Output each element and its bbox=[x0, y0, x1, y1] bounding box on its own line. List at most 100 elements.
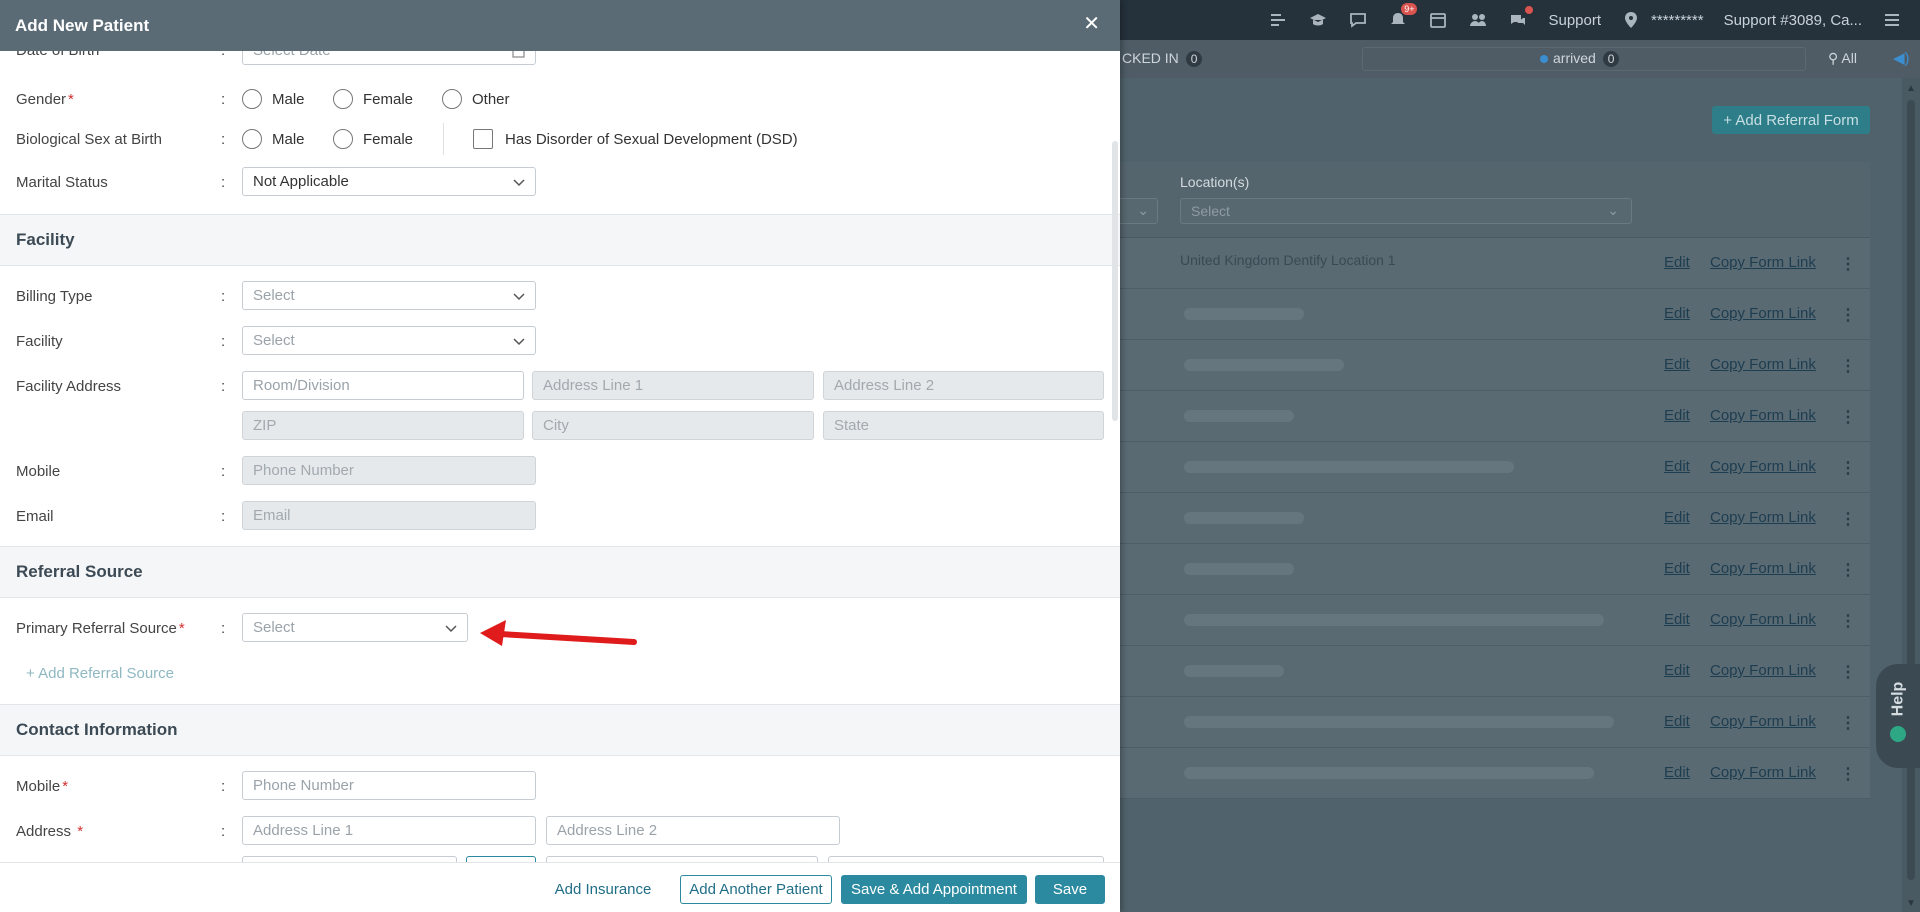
add-another-patient-button[interactable]: Add Another Patient bbox=[680, 875, 832, 904]
primary-referral-label: Primary Referral Source * bbox=[16, 619, 185, 637]
edit-link[interactable]: Edit bbox=[1664, 611, 1690, 628]
edit-link[interactable]: Edit bbox=[1664, 509, 1690, 526]
radio-circle[interactable] bbox=[242, 89, 262, 109]
gender-label: Gender * bbox=[16, 90, 74, 108]
gender-female-radio[interactable]: Female bbox=[333, 89, 413, 109]
bio-sex-female-radio[interactable]: Female bbox=[333, 129, 413, 149]
edit-link[interactable]: Edit bbox=[1664, 560, 1690, 577]
kebab-menu-icon[interactable]: ⋮ bbox=[1840, 560, 1856, 580]
edit-link[interactable]: Edit bbox=[1664, 713, 1690, 730]
prev-column-filter[interactable]: ⌄ bbox=[1118, 198, 1158, 224]
arrived-filter[interactable]: arrived 0 bbox=[1540, 50, 1620, 67]
graduation-cap-icon[interactable] bbox=[1307, 9, 1329, 31]
facility-zip-input[interactable]: ZIP bbox=[242, 411, 524, 440]
dob-input[interactable]: Select Date bbox=[242, 51, 536, 65]
bio-sex-male-radio[interactable]: Male bbox=[242, 129, 305, 149]
help-widget[interactable]: Help bbox=[1876, 664, 1920, 768]
contact-address-line2-placeholder: Address Line 2 bbox=[557, 822, 658, 839]
facility-select[interactable]: Select bbox=[242, 326, 536, 355]
contact-address-line2-input[interactable]: Address Line 2 bbox=[546, 816, 840, 845]
copy-form-link[interactable]: Copy Form Link bbox=[1710, 305, 1816, 322]
save-button[interactable]: Save bbox=[1035, 875, 1105, 904]
scroll-down-icon[interactable]: ▼ bbox=[1906, 898, 1916, 909]
add-referral-form-button[interactable]: + Add Referral Form bbox=[1712, 106, 1870, 134]
add-insurance-button[interactable]: Add Insurance bbox=[544, 875, 662, 904]
facility-email-placeholder: Email bbox=[253, 507, 291, 524]
support-link[interactable]: Support bbox=[1548, 12, 1601, 29]
edit-link[interactable]: Edit bbox=[1664, 458, 1690, 475]
copy-form-link[interactable]: Copy Form Link bbox=[1710, 764, 1816, 781]
facility-email-input[interactable]: Email bbox=[242, 501, 536, 530]
save-and-add-appointment-button[interactable]: Save & Add Appointment bbox=[841, 875, 1027, 904]
edit-link[interactable]: Edit bbox=[1664, 356, 1690, 373]
edit-link[interactable]: Edit bbox=[1664, 305, 1690, 322]
users-icon[interactable] bbox=[1467, 9, 1489, 31]
close-icon[interactable]: ✕ bbox=[1083, 14, 1100, 34]
kebab-menu-icon[interactable]: ⋮ bbox=[1840, 662, 1856, 682]
primary-referral-select[interactable]: Select bbox=[242, 613, 468, 642]
copy-form-link[interactable]: Copy Form Link bbox=[1710, 407, 1816, 424]
contact-mobile-input[interactable]: Phone Number bbox=[242, 771, 536, 800]
gender-other-radio[interactable]: Other bbox=[442, 89, 510, 109]
kebab-menu-icon[interactable]: ⋮ bbox=[1840, 713, 1856, 733]
edit-link[interactable]: Edit bbox=[1664, 407, 1690, 424]
kebab-menu-icon[interactable]: ⋮ bbox=[1840, 611, 1856, 631]
kebab-menu-icon[interactable]: ⋮ bbox=[1840, 305, 1856, 325]
copy-form-link[interactable]: Copy Form Link bbox=[1710, 509, 1816, 526]
messages-icon[interactable] bbox=[1507, 6, 1534, 31]
radio-circle[interactable] bbox=[242, 129, 262, 149]
copy-form-link[interactable]: Copy Form Link bbox=[1710, 356, 1816, 373]
kebab-menu-icon[interactable]: ⋮ bbox=[1840, 254, 1856, 274]
kebab-menu-icon[interactable]: ⋮ bbox=[1840, 509, 1856, 529]
modal-scrollbar[interactable] bbox=[1112, 141, 1118, 421]
calendar-icon[interactable] bbox=[1427, 9, 1449, 31]
bell-icon[interactable]: 9+ bbox=[1387, 3, 1418, 31]
calendar-icon[interactable] bbox=[512, 51, 525, 58]
radio-circle[interactable] bbox=[333, 129, 353, 149]
contact-mobile-label: Mobile * bbox=[16, 777, 69, 795]
scroll-up-icon[interactable]: ▲ bbox=[1906, 83, 1916, 94]
colon: : bbox=[221, 130, 226, 148]
room-division-input[interactable]: Room/Division bbox=[242, 371, 524, 400]
checked-in-filter[interactable]: CKED IN 0 bbox=[1122, 50, 1203, 67]
location-name[interactable]: ********* bbox=[1651, 12, 1704, 29]
marital-select[interactable]: Not Applicable bbox=[242, 167, 536, 196]
copy-form-link[interactable]: Copy Form Link bbox=[1710, 254, 1816, 271]
sound-icon[interactable]: ◀) bbox=[1893, 49, 1910, 67]
radio-circle[interactable] bbox=[442, 89, 462, 109]
kebab-menu-icon[interactable]: ⋮ bbox=[1840, 764, 1856, 784]
facility-address-line2-placeholder: Address Line 2 bbox=[834, 377, 935, 394]
copy-form-link[interactable]: Copy Form Link bbox=[1710, 458, 1816, 475]
copy-form-link[interactable]: Copy Form Link bbox=[1710, 713, 1816, 730]
copy-form-link[interactable]: Copy Form Link bbox=[1710, 662, 1816, 679]
support-ticket-label[interactable]: Support #3089, Ca... bbox=[1724, 12, 1862, 29]
contact-address-line1-input[interactable]: Address Line 1 bbox=[242, 816, 536, 845]
kebab-menu-icon[interactable]: ⋮ bbox=[1840, 458, 1856, 478]
copy-form-link[interactable]: Copy Form Link bbox=[1710, 560, 1816, 577]
add-referral-source-link[interactable]: + Add Referral Source bbox=[26, 665, 174, 682]
edit-link[interactable]: Edit bbox=[1664, 764, 1690, 781]
radio-circle[interactable] bbox=[333, 89, 353, 109]
dsd-checkbox[interactable]: Has Disorder of Sexual Development (DSD) bbox=[473, 129, 798, 149]
checkbox-box[interactable] bbox=[473, 129, 493, 149]
edit-link[interactable]: Edit bbox=[1664, 662, 1690, 679]
kebab-menu-icon[interactable]: ⋮ bbox=[1840, 356, 1856, 376]
all-filter[interactable]: ⚲ All bbox=[1828, 50, 1857, 67]
facility-mobile-input[interactable]: Phone Number bbox=[242, 456, 536, 485]
location-filter-select[interactable]: Select ⌄ bbox=[1180, 198, 1632, 224]
copy-form-link[interactable]: Copy Form Link bbox=[1710, 611, 1816, 628]
facility-city-input[interactable]: City bbox=[532, 411, 814, 440]
divider bbox=[443, 123, 444, 155]
kebab-menu-icon[interactable]: ⋮ bbox=[1840, 407, 1856, 427]
facility-state-input[interactable]: State bbox=[823, 411, 1104, 440]
facility-address-line2-input[interactable]: Address Line 2 bbox=[823, 371, 1104, 400]
facility-address-line1-input[interactable]: Address Line 1 bbox=[532, 371, 814, 400]
billing-type-select[interactable]: Select bbox=[242, 281, 536, 310]
tasks-icon[interactable] bbox=[1267, 9, 1289, 31]
chat-icon[interactable] bbox=[1347, 9, 1369, 31]
gender-male-radio[interactable]: Male bbox=[242, 89, 305, 109]
gender-female-label: Female bbox=[363, 90, 414, 108]
edit-link[interactable]: Edit bbox=[1664, 254, 1690, 271]
hamburger-menu-icon[interactable] bbox=[1881, 9, 1903, 31]
page-scrollbar[interactable]: ▲ ▼ bbox=[1902, 78, 1920, 912]
